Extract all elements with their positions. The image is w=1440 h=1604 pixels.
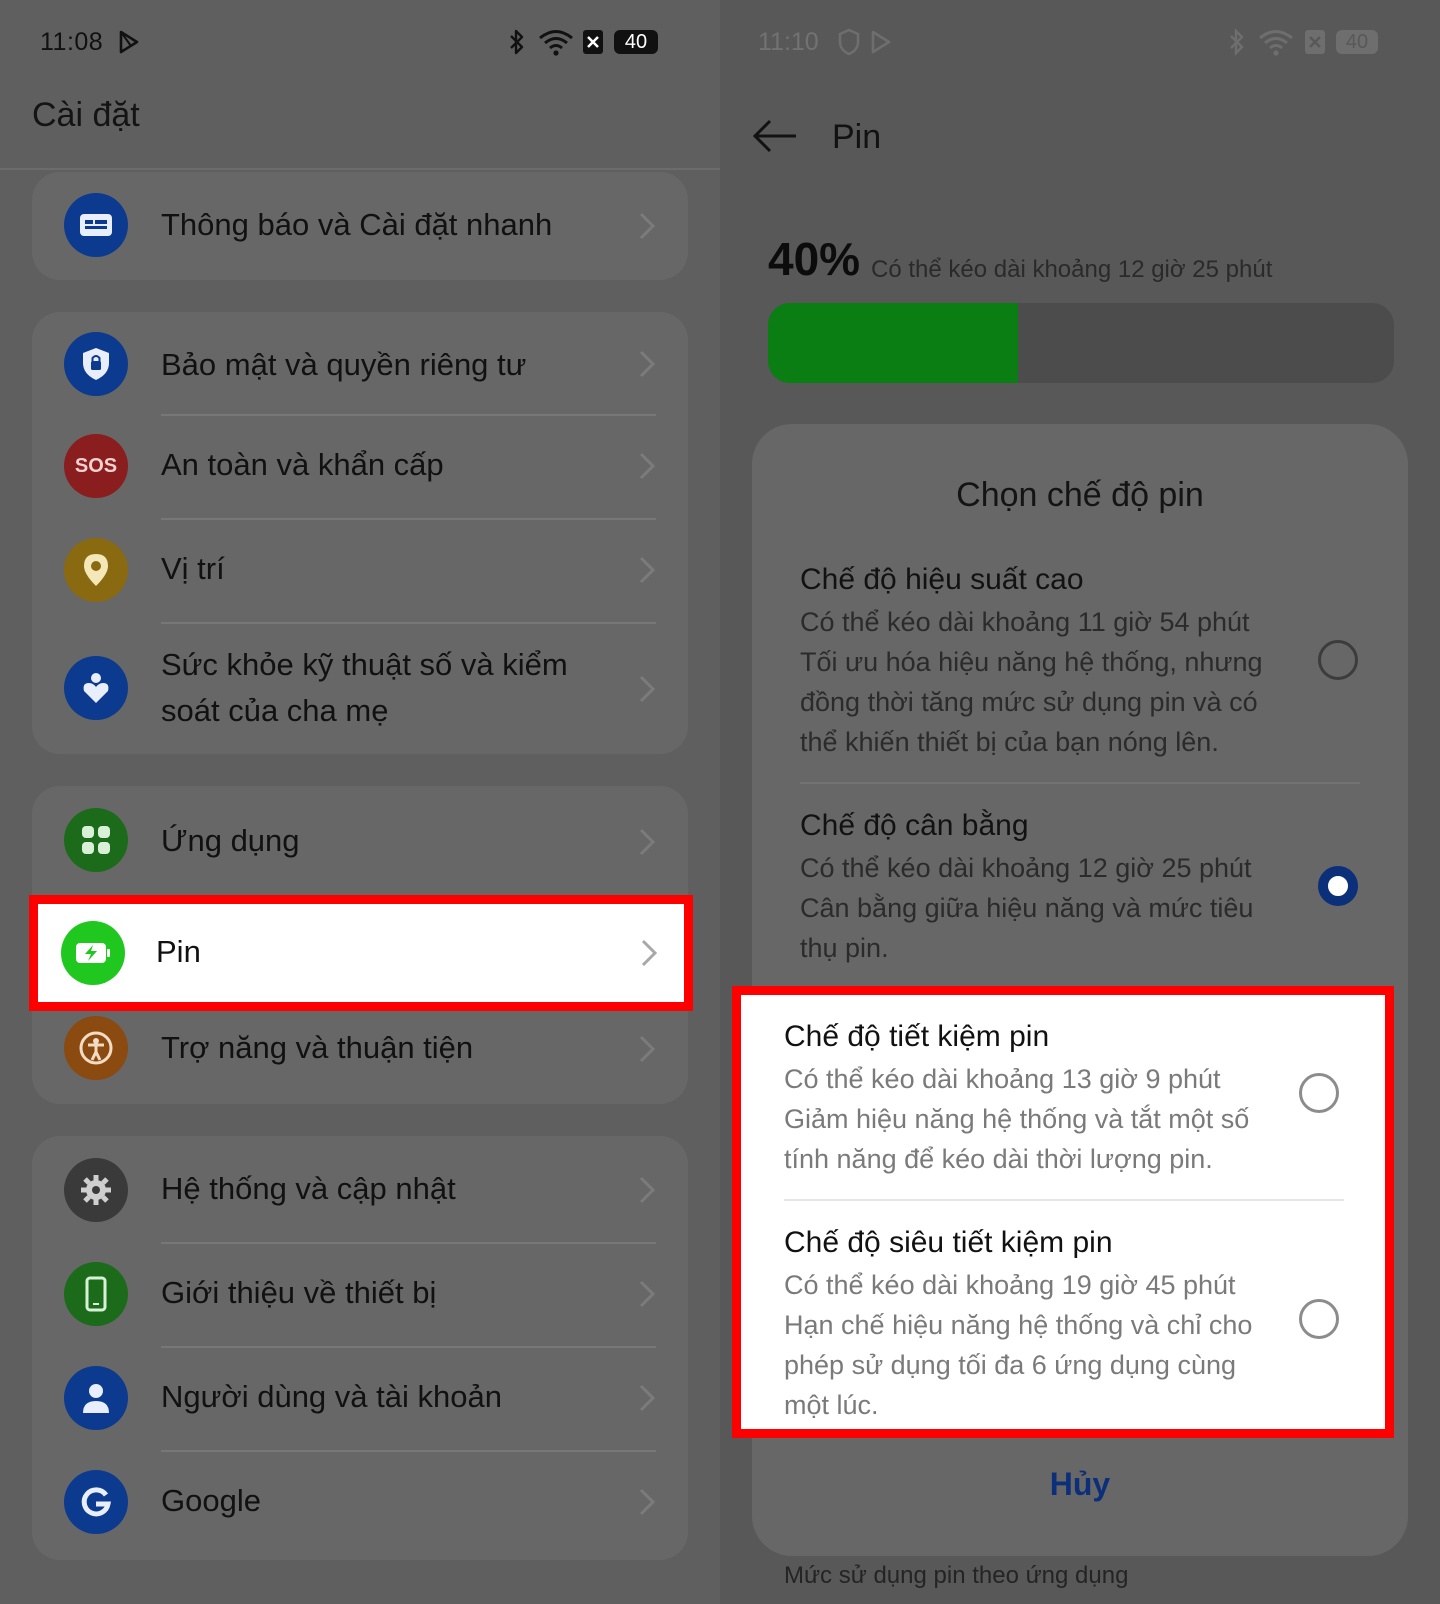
settings-item-apps[interactable]: Ứng dụng <box>32 786 688 896</box>
google-icon <box>64 1470 128 1534</box>
settings-item-safety[interactable]: SOS An toàn và khẩn cấp <box>32 416 688 520</box>
divider <box>784 1199 1344 1201</box>
shield-lock-icon <box>64 332 128 396</box>
settings-item-label: Ứng dụng <box>161 823 300 858</box>
option-title: Chế độ hiệu suất cao <box>800 563 1084 596</box>
status-bar: 11:08 40 <box>0 26 720 60</box>
settings-group: Thông báo và Cài đặt nhanh <box>32 172 688 280</box>
page-title: Pin <box>832 118 882 156</box>
settings-item-label: Giới thiệu về thiết bị <box>161 1275 437 1310</box>
shield-icon <box>838 28 860 56</box>
status-time: 11:08 <box>40 28 104 56</box>
settings-item-label: Thông báo và Cài đặt nhanh <box>161 207 553 242</box>
wifi-icon <box>1259 30 1293 56</box>
sos-icon: SOS <box>64 434 128 498</box>
radio-balanced[interactable] <box>1318 866 1358 906</box>
option-high-performance[interactable]: Chế độ hiệu suất cao Có thể kéo dài khoả… <box>800 558 1360 762</box>
play-store-icon <box>119 30 139 54</box>
cancel-button[interactable]: Hủy <box>752 1466 1408 1503</box>
heart-person-icon <box>64 656 128 720</box>
chevron-right-icon <box>639 1384 656 1412</box>
chevron-right-icon <box>639 1176 656 1204</box>
divider <box>0 168 720 170</box>
phone-icon <box>64 1262 128 1326</box>
option-title: Chế độ tiết kiệm pin <box>784 1020 1050 1053</box>
settings-item-digital-wellbeing[interactable]: Sức khỏe kỹ thuật số và kiểm soát của ch… <box>32 624 688 754</box>
settings-item-google[interactable]: Google <box>32 1452 688 1556</box>
settings-item-label: Pin <box>156 934 201 969</box>
sheet-title: Chọn chế độ pin <box>956 476 1204 514</box>
settings-item-system[interactable]: Hệ thống và cập nhật <box>32 1136 688 1244</box>
chevron-right-icon <box>639 1035 656 1063</box>
battery-estimate: Có thể kéo dài khoảng 12 giờ 25 phút <box>871 256 1273 283</box>
chevron-right-icon <box>639 212 656 240</box>
option-desc: Có thể kéo dài khoảng 19 giờ 45 phút Hạn… <box>784 1270 1253 1420</box>
settings-item-label: Vị trí <box>161 551 225 586</box>
divider <box>800 782 1360 784</box>
chevron-right-icon <box>641 939 658 967</box>
highlight-box-saving-modes: Chế độ tiết kiệm pin Có thể kéo dài khoả… <box>732 986 1394 1438</box>
chevron-right-icon <box>639 1488 656 1516</box>
chevron-right-icon <box>639 1280 656 1308</box>
settings-item-label: An toàn và khẩn cấp <box>161 447 444 482</box>
highlight-box-pin: Pin <box>29 895 693 1011</box>
settings-item-label: Trợ năng và thuận tiện <box>161 1030 474 1065</box>
battery-level-bar <box>768 303 1394 383</box>
battery-icon: 40 <box>1336 30 1378 54</box>
option-desc: Có thể kéo dài khoảng 11 giờ 54 phút Tối… <box>800 607 1263 757</box>
settings-group: Hệ thống và cập nhật Giới thiệu về thiết… <box>32 1136 688 1560</box>
bluetooth-icon <box>510 29 524 55</box>
settings-screen: 11:08 40 Cài đặt Thông báo và Cài đặt nh… <box>0 0 720 1604</box>
user-icon <box>64 1366 128 1430</box>
settings-item-label: Người dùng và tài khoản <box>161 1379 502 1414</box>
settings-item-battery[interactable]: Pin <box>38 904 684 1002</box>
battery-icon: 40 <box>614 30 658 54</box>
settings-item-accessibility[interactable]: Trợ năng và thuận tiện <box>32 1008 688 1104</box>
gear-icon <box>64 1158 128 1222</box>
location-pin-icon <box>64 538 128 602</box>
option-desc: Có thể kéo dài khoảng 12 giờ 25 phút Cân… <box>800 853 1254 963</box>
settings-item-security[interactable]: Bảo mật và quyền riêng tư <box>32 312 688 416</box>
status-bar: 11:10 40 <box>720 26 1440 60</box>
radio-super-power-saving[interactable] <box>1299 1299 1339 1339</box>
option-title: Chế độ siêu tiết kiệm pin <box>784 1226 1113 1259</box>
chevron-right-icon <box>639 675 656 703</box>
settings-item-notifications[interactable]: Thông báo và Cài đặt nhanh <box>32 172 688 280</box>
chevron-right-icon <box>639 452 656 480</box>
status-time: 11:10 <box>758 28 819 56</box>
battery-charging-icon <box>61 921 125 985</box>
radio-high-performance[interactable] <box>1318 640 1358 680</box>
settings-item-about-device[interactable]: Giới thiệu về thiết bị <box>32 1244 688 1348</box>
no-sim-icon <box>583 30 603 54</box>
option-balanced[interactable]: Chế độ cân bằng Có thể kéo dài khoảng 12… <box>800 804 1360 968</box>
apps-grid-icon <box>64 808 128 872</box>
back-arrow-icon[interactable] <box>752 118 798 154</box>
app-usage-label: Mức sử dụng pin theo ứng dụng <box>784 1562 1129 1589</box>
settings-group: Bảo mật và quyền riêng tư SOS An toàn và… <box>32 312 688 754</box>
wifi-icon <box>539 30 573 56</box>
settings-item-label: Hệ thống và cập nhật <box>161 1171 456 1206</box>
no-sim-icon <box>1305 30 1325 54</box>
chevron-right-icon <box>639 828 656 856</box>
chevron-right-icon <box>639 556 656 584</box>
bluetooth-icon <box>1230 28 1244 56</box>
battery-level-fill <box>768 303 1019 383</box>
settings-item-users[interactable]: Người dùng và tài khoản <box>32 1348 688 1452</box>
accessibility-icon <box>64 1016 128 1080</box>
option-title: Chế độ cân bằng <box>800 809 1029 842</box>
settings-item-location[interactable]: Vị trí <box>32 520 688 624</box>
option-super-power-saving[interactable]: Chế độ siêu tiết kiệm pin Có thể kéo dài… <box>784 1221 1344 1425</box>
battery-percent: 40% <box>768 233 861 285</box>
settings-item-label: Sức khỏe kỹ thuật số và kiểm soát của ch… <box>161 647 568 728</box>
notification-icon <box>64 193 128 257</box>
settings-item-label: Bảo mật và quyền riêng tư <box>161 347 527 382</box>
radio-power-saving[interactable] <box>1299 1073 1339 1113</box>
option-power-saving[interactable]: Chế độ tiết kiệm pin Có thể kéo dài khoả… <box>784 1015 1344 1179</box>
chevron-right-icon <box>639 350 656 378</box>
play-store-icon <box>871 30 891 54</box>
option-desc: Có thể kéo dài khoảng 13 giờ 9 phút Giảm… <box>784 1064 1250 1174</box>
battery-screen: 11:10 40 Pin 40% Có thể kéo dài khoảng 1… <box>720 0 1440 1604</box>
settings-item-label: Google <box>161 1483 261 1518</box>
page-title: Cài đặt <box>32 96 140 134</box>
